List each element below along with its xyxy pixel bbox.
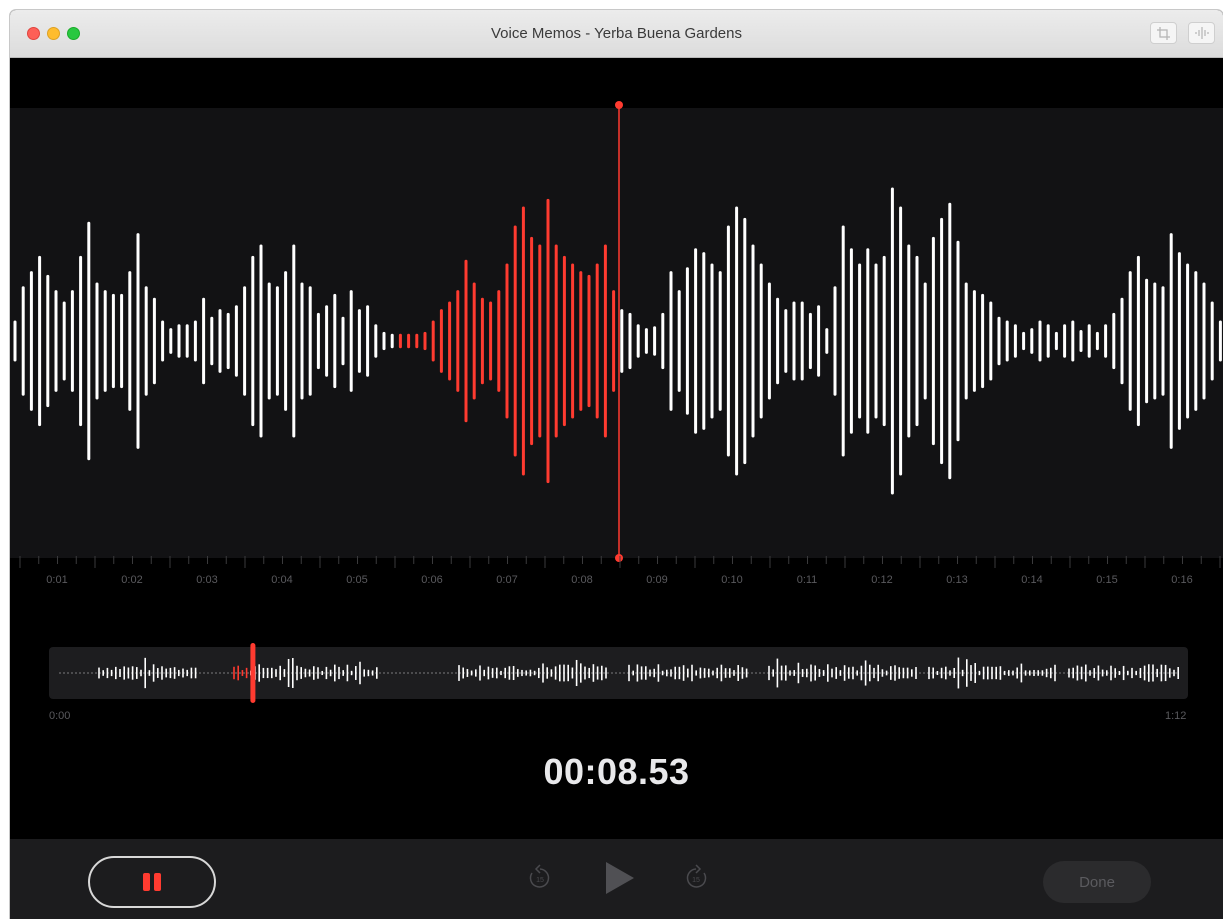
current-time: 00:08.53 (543, 751, 690, 792)
title-bar: Voice Memos - Yerba Buena Gardens (10, 10, 1223, 58)
ruler-tick-label: 0:11 (797, 574, 818, 586)
svg-text:15: 15 (536, 877, 544, 884)
ruler-tick-label: 0:07 (496, 574, 517, 586)
enhance-waveform-icon (1194, 27, 1209, 39)
overview-end-time: 1:12 (1165, 710, 1187, 722)
overview-playhead[interactable] (250, 643, 256, 703)
enhance-button[interactable] (1188, 22, 1215, 44)
ruler-tick-label: 0:01 (46, 574, 67, 586)
time-ruler: 0:01 0:02 0:03 0:04 0:05 0:06 0:07 0:08 0:09 0:10… (10, 556, 1223, 596)
overview-waveform[interactable] (49, 643, 1188, 703)
ruler-tick-label: 0:06 (421, 574, 442, 586)
pause-record-button[interactable] (88, 856, 216, 908)
ruler-tick-label: 0:15 (1096, 574, 1117, 586)
play-button[interactable] (604, 860, 636, 896)
playhead[interactable] (10, 100, 1223, 570)
ruler-tick-label: 0:05 (346, 574, 367, 586)
ruler-tick-label: 0:10 (721, 574, 742, 586)
overview-start-time: 0:00 (49, 710, 71, 722)
ruler-tick-label: 0:02 (121, 574, 142, 586)
ruler-tick-label: 0:04 (271, 574, 292, 586)
overview-scrubber[interactable] (49, 643, 1188, 703)
skip-back-15-icon: 15 (529, 864, 550, 888)
ruler-tick-label: 0:09 (646, 574, 667, 586)
play-icon (606, 862, 634, 894)
ruler-tick-label: 0:13 (946, 574, 967, 586)
skip-forward-button[interactable]: 15 (684, 863, 708, 893)
svg-text:15: 15 (692, 877, 700, 884)
ruler-tick-label: 0:03 (196, 574, 217, 586)
control-bar: 15 15 Done (10, 839, 1223, 919)
skip-back-button[interactable]: 15 (528, 863, 552, 893)
crop-icon (1157, 26, 1170, 40)
ruler-tick-label: 0:14 (1021, 574, 1042, 586)
skip-forward-15-icon: 15 (686, 864, 707, 888)
window-title: Voice Memos - Yerba Buena Gardens (491, 25, 742, 42)
trim-button[interactable] (1150, 22, 1177, 44)
ruler-ticks: 0:01 0:02 0:03 0:04 0:05 0:06 0:07 0:08 0:09 0:10… (19, 556, 1221, 586)
pause-icon (141, 873, 163, 891)
ruler-tick-label: 0:08 (571, 574, 592, 586)
done-button[interactable]: Done (1043, 861, 1151, 903)
ruler-tick-label: 0:12 (871, 574, 892, 586)
ruler-tick-label: 0:16 (1171, 574, 1192, 586)
voice-memos-window: Voice Memos - Yerba Buena Gardens 0:01 0… (10, 10, 1223, 919)
